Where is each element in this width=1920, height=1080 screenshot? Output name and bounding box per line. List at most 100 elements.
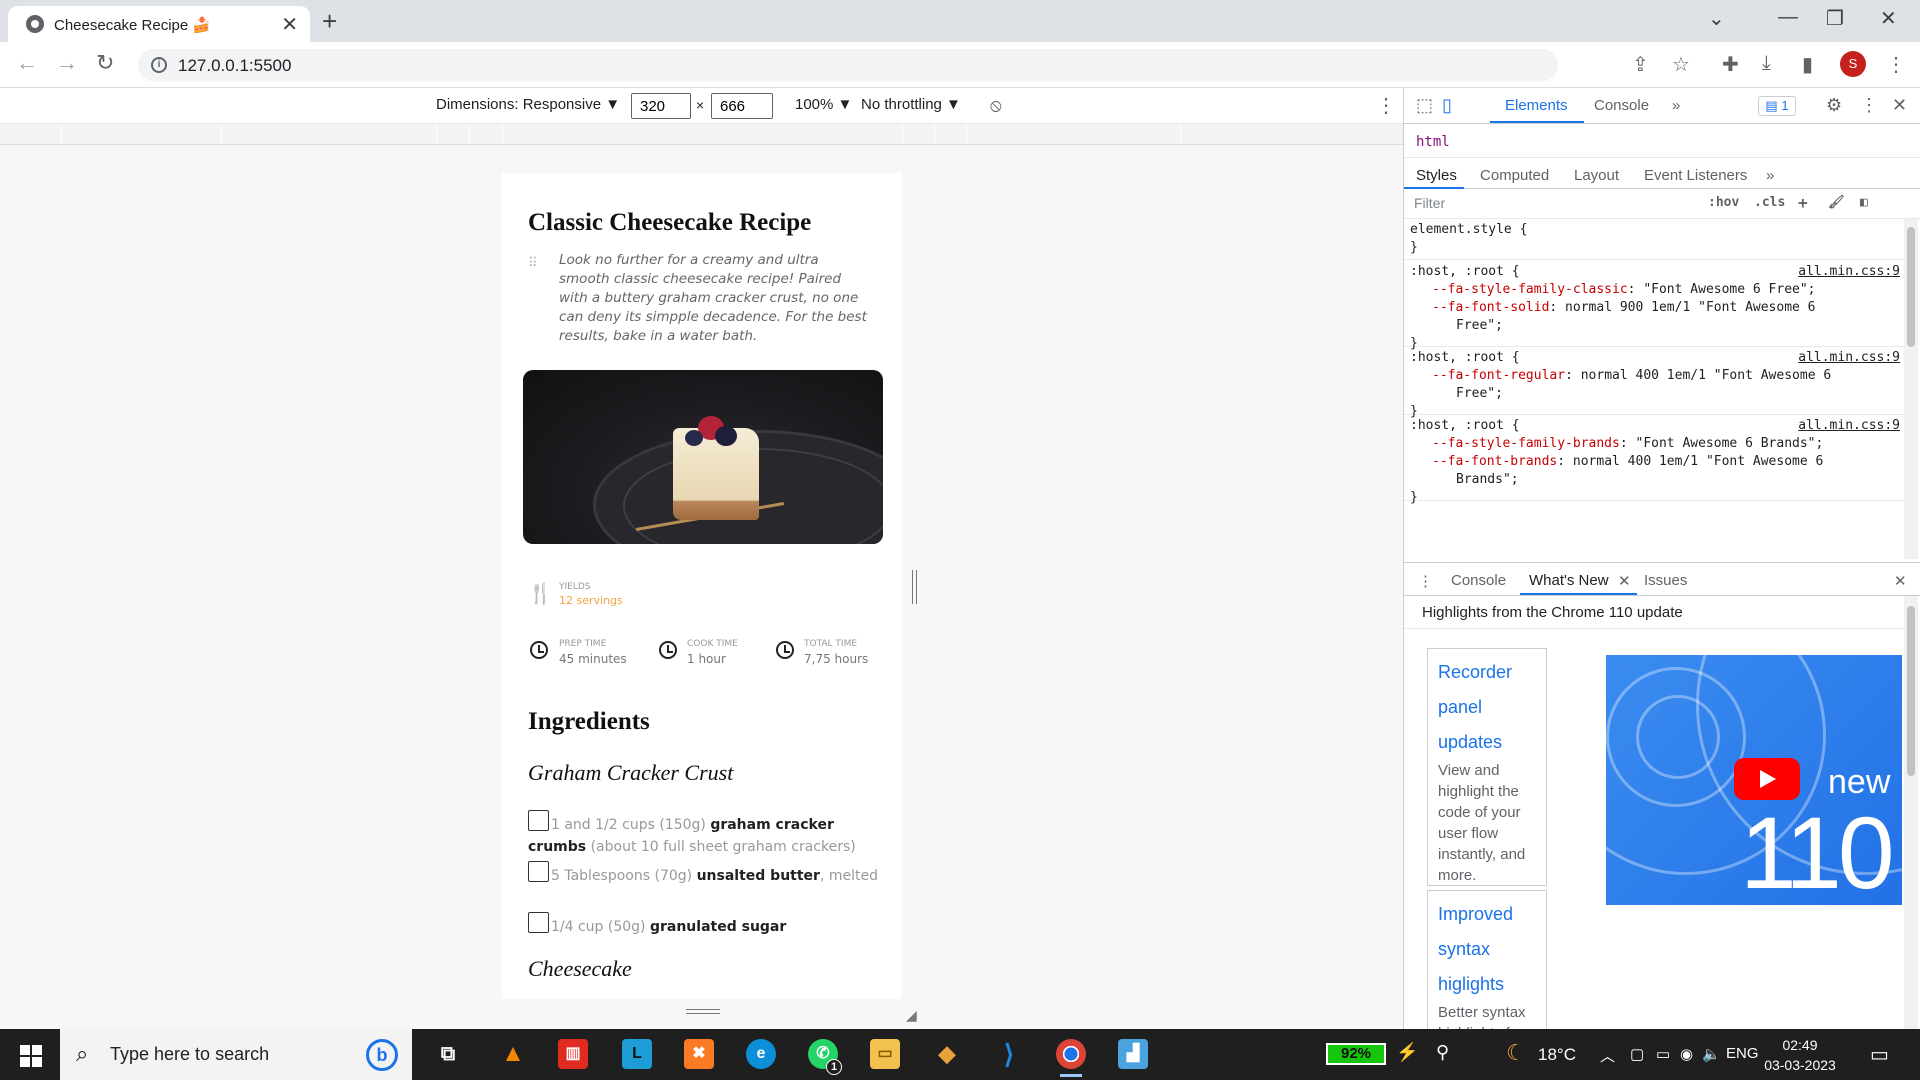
css-property-name[interactable]: --fa-font-solid	[1432, 300, 1549, 315]
tab-elements[interactable]: Elements	[1505, 97, 1568, 114]
css-property-value[interactable]: : "Font Awesome 6 Brands";	[1620, 436, 1824, 451]
tab-close-icon[interactable]: ✕	[281, 12, 298, 37]
card-link[interactable]: panel	[1438, 690, 1536, 725]
file-explorer-icon[interactable]: ▭	[870, 1039, 900, 1069]
temperature[interactable]: 18°C	[1538, 1045, 1576, 1065]
people-icon[interactable]: ⚲	[1436, 1042, 1449, 1063]
sidebar-toggle-icon[interactable]: ◧	[1860, 195, 1868, 210]
resize-handle-corner-icon[interactable]: ◢	[906, 1007, 917, 1024]
drawer-tab-whats-new[interactable]: What's New	[1529, 572, 1609, 589]
card-link[interactable]: Recorder	[1438, 655, 1536, 690]
photos-icon[interactable]: ▟	[1118, 1039, 1148, 1069]
css-property-name[interactable]: --fa-style-family-brands	[1432, 436, 1620, 451]
language-indicator[interactable]: ENG	[1726, 1045, 1759, 1062]
card-link[interactable]: syntax	[1438, 932, 1536, 967]
xampp-icon[interactable]: ✖	[684, 1039, 714, 1069]
devtools-close-icon[interactable]: ✕	[1892, 95, 1907, 116]
rule-source-link[interactable]: all.min.css:9	[1798, 349, 1900, 367]
chrome-icon[interactable]	[1056, 1039, 1086, 1077]
zoom-select[interactable]: 100% ▼	[795, 96, 852, 113]
forward-icon[interactable]: →	[56, 50, 78, 76]
devtools-menu-icon[interactable]: ⋮	[1860, 95, 1878, 116]
back-icon[interactable]: ←	[16, 50, 38, 76]
taskbar-search-placeholder[interactable]: Type here to search	[110, 1044, 269, 1065]
site-info-icon[interactable]: i	[151, 57, 167, 73]
css-rule[interactable]: :host, :root { all.min.css:9 --fa-style-…	[1404, 263, 1904, 351]
edge-icon[interactable]: e	[746, 1039, 776, 1069]
share-icon[interactable]: ⇪	[1632, 52, 1649, 77]
weather-moon-icon[interactable]: ☾	[1506, 1040, 1526, 1066]
resize-handle-right[interactable]	[912, 570, 917, 604]
drawer-close-icon[interactable]: ✕	[1894, 572, 1907, 590]
paint-icon[interactable]: 🖌	[1828, 195, 1845, 210]
tab-computed[interactable]: Computed	[1480, 167, 1549, 184]
battery-icon[interactable]: ▭	[1656, 1045, 1670, 1063]
vscode-icon[interactable]: ⟩	[994, 1039, 1024, 1069]
tab-layout[interactable]: Layout	[1574, 167, 1619, 184]
css-property-value[interactable]: : normal 400 1em/1 "Font Awesome 6	[1557, 454, 1823, 469]
whats-new-close-icon[interactable]: ✕	[1618, 572, 1631, 590]
rotate-icon[interactable]: ⦸	[990, 95, 1002, 116]
resize-handle-bottom[interactable]	[686, 1009, 720, 1014]
taskbar-clock[interactable]: 02:49 03-03-2023	[1760, 1035, 1840, 1075]
css-rule[interactable]: :host, :root { all.min.css:9 --fa-font-r…	[1404, 349, 1904, 419]
side-panel-icon[interactable]: ▮	[1802, 52, 1813, 77]
issues-badge[interactable]: ▤ 1	[1758, 96, 1796, 116]
device-icon[interactable]: ▢	[1630, 1045, 1644, 1063]
card-link[interactable]: updates	[1438, 725, 1536, 760]
ingredient-checkbox[interactable]	[528, 810, 549, 831]
bing-icon[interactable]: b	[366, 1039, 398, 1071]
play-icon[interactable]	[1734, 758, 1800, 800]
volume-icon[interactable]: 🔈	[1702, 1045, 1721, 1063]
element-style-rule[interactable]: element.style { }	[1404, 219, 1904, 260]
card-link[interactable]: Improved	[1438, 897, 1536, 932]
breadcrumb[interactable]: html	[1416, 134, 1450, 150]
settings-gear-icon[interactable]: ⚙	[1826, 95, 1842, 116]
css-property-value[interactable]: : normal 900 1em/1 "Font Awesome 6	[1549, 300, 1815, 315]
windows-start-icon[interactable]	[20, 1045, 42, 1067]
css-rule[interactable]: :host, :root { all.min.css:9 --fa-style-…	[1404, 417, 1904, 505]
hover-state-toggle[interactable]: :hov	[1708, 195, 1739, 210]
app-red-icon[interactable]: ▥	[558, 1039, 588, 1069]
tab-search-icon[interactable]: ⌄	[1708, 6, 1725, 31]
tab-console[interactable]: Console	[1594, 97, 1649, 114]
browser-tab[interactable]: Cheesecake Recipe 🍰 ✕	[8, 6, 310, 42]
task-view-icon[interactable]: ⧉	[433, 1039, 463, 1069]
battery-indicator[interactable]: 92%	[1326, 1043, 1386, 1065]
css-property-value[interactable]: : normal 400 1em/1 "Font Awesome 6	[1565, 368, 1831, 383]
throttling-select[interactable]: No throttling ▼	[861, 96, 961, 113]
download-icon[interactable]: ⤓	[1762, 52, 1771, 75]
app-diamond-icon[interactable]: ◆	[932, 1039, 962, 1069]
profile-avatar[interactable]: S	[1840, 51, 1866, 77]
width-input[interactable]	[631, 93, 691, 119]
device-more-icon[interactable]: ⋮	[1376, 93, 1396, 118]
new-tab-button[interactable]: +	[322, 6, 337, 37]
drawer-tab-console[interactable]: Console	[1451, 572, 1506, 589]
media-query-ruler[interactable]	[0, 124, 1403, 145]
browser-menu-icon[interactable]: ⋮	[1886, 52, 1906, 77]
l-app-icon[interactable]: L	[622, 1039, 652, 1069]
tab-styles[interactable]: Styles	[1416, 167, 1457, 184]
window-close-icon[interactable]: ✕	[1880, 6, 1897, 31]
chrome-update-video-thumbnail[interactable]: new 110	[1606, 655, 1902, 905]
taskbar-search[interactable]: ⌕ Type here to search b	[60, 1029, 412, 1080]
css-property-value[interactable]: : "Font Awesome 6 Free";	[1628, 282, 1816, 297]
whats-new-card[interactable]: Recorder panel updates View and highligh…	[1427, 648, 1547, 886]
more-tabs-icon[interactable]: »	[1672, 97, 1680, 114]
ingredient-checkbox[interactable]	[528, 861, 549, 882]
url-text[interactable]: 127.0.0.1:5500	[178, 56, 291, 76]
minimize-icon[interactable]: —	[1778, 6, 1798, 29]
address-bar[interactable]: i 127.0.0.1:5500	[138, 49, 1558, 81]
styles-scrollbar[interactable]	[1904, 219, 1918, 559]
rule-source-link[interactable]: all.min.css:9	[1798, 263, 1900, 281]
extensions-icon[interactable]: ✚	[1722, 52, 1739, 77]
dimensions-select[interactable]: Dimensions: Responsive ▼	[436, 96, 620, 113]
css-property-name[interactable]: --fa-style-family-classic	[1432, 282, 1628, 297]
rule-source-link[interactable]: all.min.css:9	[1798, 417, 1900, 435]
reload-icon[interactable]: ↻	[96, 50, 114, 76]
device-toggle-icon[interactable]: ▯	[1442, 95, 1452, 116]
bookmark-star-icon[interactable]: ☆	[1672, 52, 1690, 77]
height-input[interactable]	[711, 93, 773, 119]
class-toggle[interactable]: .cls	[1754, 195, 1785, 210]
new-rule-icon[interactable]: +	[1798, 193, 1808, 212]
